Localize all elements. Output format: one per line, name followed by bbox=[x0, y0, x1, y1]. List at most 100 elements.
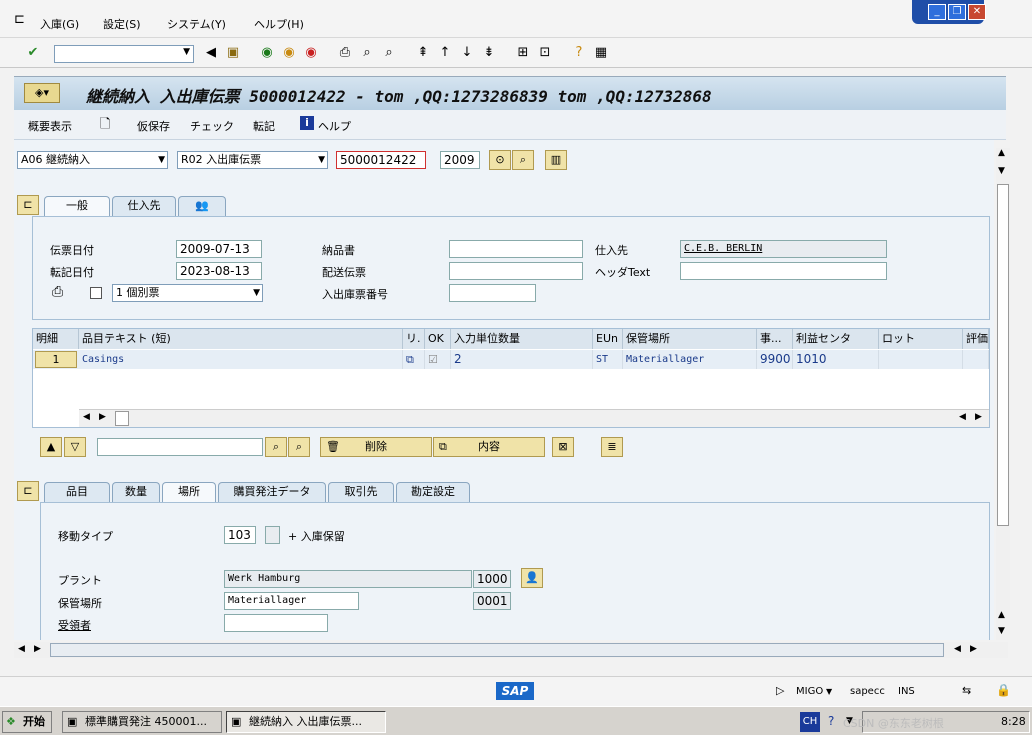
command-field[interactable]: ▼ bbox=[54, 45, 194, 63]
play-icon[interactable]: ▷ bbox=[776, 684, 784, 697]
close-icon[interactable]: ✕ bbox=[968, 4, 986, 20]
shortcut-icon[interactable]: ⊡ bbox=[536, 44, 554, 62]
tab-general[interactable]: 一般 bbox=[44, 196, 110, 216]
horizontal-scrollbar[interactable]: ◀ ▶ ◀ ▶ bbox=[14, 642, 1008, 658]
find-next-icon[interactable]: ⌕ bbox=[288, 437, 310, 457]
gr-slip-field[interactable] bbox=[449, 284, 536, 302]
taskbar-item-po[interactable]: ▣ 標準購買発注 450001... bbox=[62, 711, 222, 733]
scroll-right-icon[interactable]: ▶ bbox=[975, 412, 982, 422]
scroll-thumb[interactable] bbox=[50, 643, 944, 657]
scroll-right-icon[interactable]: ▶ bbox=[99, 412, 106, 422]
col-header-sloc[interactable]: 保管場所 bbox=[623, 329, 757, 349]
tab-where[interactable]: 場所 bbox=[162, 482, 216, 502]
cell-qty[interactable]: 2 bbox=[451, 350, 593, 369]
last-page-icon[interactable]: ⇟ bbox=[480, 44, 498, 62]
check-button[interactable]: チェック bbox=[190, 118, 234, 134]
help-button[interactable]: ヘルプ bbox=[318, 118, 351, 134]
collapse-detail-icon[interactable]: ⊏ bbox=[17, 481, 39, 501]
reference-select[interactable]: R02 入出庫伝票 ▼ bbox=[177, 151, 328, 169]
scroll-up-icon[interactable]: ▲ bbox=[998, 148, 1005, 158]
menu-item-help[interactable]: ヘルプ(H) bbox=[254, 16, 304, 32]
recipient-field[interactable] bbox=[224, 614, 328, 632]
address-icon[interactable]: 👤 bbox=[521, 568, 543, 588]
col-header-ok[interactable]: OK bbox=[425, 329, 451, 349]
menu-item-settings[interactable]: 設定(S) bbox=[103, 16, 141, 32]
filter-icon[interactable]: ▽ bbox=[64, 437, 86, 457]
help-icon[interactable]: ? bbox=[828, 714, 834, 728]
new-doc-icon[interactable]: 🗋 bbox=[100, 115, 110, 137]
menu-toggle-icon[interactable]: ◈▾ bbox=[24, 83, 60, 103]
action-select[interactable]: A06 継続納入 ▼ bbox=[17, 151, 168, 169]
delete-button[interactable]: 🗑 削除 bbox=[320, 437, 432, 457]
scroll-thumb[interactable] bbox=[997, 184, 1009, 526]
row-selector[interactable]: 1 bbox=[35, 351, 77, 368]
scroll-right-icon[interactable]: ▶ bbox=[970, 644, 977, 654]
cell-profit-center[interactable]: 1010 bbox=[793, 350, 879, 369]
taskbar-item-migo[interactable]: ▣ 継続納入 入出庫伝票... bbox=[226, 711, 386, 733]
contents-button[interactable]: ⧉ 内容 bbox=[433, 437, 545, 457]
doc-date-field[interactable]: 2009-07-13 bbox=[176, 240, 262, 258]
post-button[interactable]: 転記 bbox=[253, 118, 275, 134]
tab-partner[interactable]: 取引先 bbox=[328, 482, 394, 502]
cell-sloc[interactable]: Materiallager bbox=[623, 350, 757, 369]
col-header-unit[interactable]: EUn bbox=[593, 329, 623, 349]
sloc-name-field[interactable]: Materiallager bbox=[224, 592, 359, 610]
col-header-ref[interactable]: リ. bbox=[403, 329, 425, 349]
cell-batch[interactable] bbox=[879, 350, 963, 369]
bill-of-lading-field[interactable] bbox=[449, 262, 583, 280]
stack-icon[interactable]: ≣ bbox=[601, 437, 623, 457]
header-text-field[interactable] bbox=[680, 262, 887, 280]
new-session-icon[interactable]: ⊞ bbox=[514, 44, 532, 62]
table-hscroll[interactable]: ◀ ▶ ◀ ▶ bbox=[79, 409, 989, 427]
save-icon[interactable]: ▣ bbox=[224, 44, 242, 62]
print-version-select[interactable]: 1 個別票 ▼ bbox=[112, 284, 263, 302]
tab-po-data[interactable]: 購買発注データ bbox=[218, 482, 326, 502]
language-indicator[interactable]: CH bbox=[800, 712, 820, 732]
menu-item-system[interactable]: システム(Y) bbox=[167, 16, 226, 32]
year-field[interactable]: 2009 bbox=[440, 151, 480, 169]
cell-unit[interactable]: ST bbox=[593, 350, 623, 369]
tab-partners-icon[interactable]: 👥 bbox=[178, 196, 226, 216]
select-all-icon[interactable]: ▲ bbox=[40, 437, 62, 457]
scroll-thumb[interactable] bbox=[115, 411, 129, 426]
ok-checkbox[interactable]: ☑ bbox=[425, 350, 451, 369]
col-header-profit-center[interactable]: 利益センタ bbox=[793, 329, 879, 349]
collapse-icon[interactable]: ◀ bbox=[202, 44, 220, 62]
cell-valuation[interactable] bbox=[963, 350, 989, 369]
doc-number-field[interactable]: 5000012422 bbox=[336, 151, 426, 169]
cell-text[interactable]: Casings bbox=[79, 350, 403, 369]
chevron-down-icon[interactable]: ▼ bbox=[318, 152, 325, 168]
restore-icon[interactable]: ❐ bbox=[948, 4, 966, 20]
scroll-left-icon[interactable]: ◀ bbox=[959, 412, 966, 422]
layout-icon[interactable]: ▦ bbox=[592, 44, 610, 62]
exit-icon[interactable]: ◉ bbox=[280, 44, 298, 62]
minimize-icon[interactable]: _ bbox=[928, 4, 946, 20]
vertical-scrollbar[interactable]: ▲ ▼ ▲ ▼ bbox=[996, 148, 1010, 640]
col-header-line[interactable]: 明細 bbox=[33, 329, 79, 349]
tab-vendor[interactable]: 仕入先 bbox=[112, 196, 176, 216]
scroll-right-icon[interactable]: ▶ bbox=[34, 644, 41, 654]
delivery-note-field[interactable] bbox=[449, 240, 583, 258]
summary-button[interactable]: 概要表示 bbox=[28, 118, 72, 134]
chevron-down-icon[interactable]: ▼ bbox=[183, 47, 190, 57]
find-icon[interactable]: ⌕ bbox=[265, 437, 287, 457]
chevron-down-icon[interactable]: ▼ bbox=[158, 152, 165, 168]
scroll-left-icon[interactable]: ◀ bbox=[83, 412, 90, 422]
menu-icon[interactable]: ⊏ bbox=[14, 12, 25, 27]
col-header-batch[interactable]: ロット bbox=[879, 329, 963, 349]
copy-icon[interactable]: ⧉ bbox=[403, 350, 425, 369]
tab-account[interactable]: 勘定設定 bbox=[396, 482, 470, 502]
col-header-plant[interactable]: 事... bbox=[757, 329, 793, 349]
scroll-left-icon[interactable]: ◀ bbox=[18, 644, 25, 654]
gr-blocked-label[interactable]: + 入庫保留 bbox=[288, 528, 345, 544]
col-header-text[interactable]: 品目テキスト (短) bbox=[79, 329, 403, 349]
scroll-up-icon[interactable]: ▲ bbox=[998, 610, 1005, 620]
tab-quantity[interactable]: 数量 bbox=[112, 482, 160, 502]
execute-icon[interactable]: ⊙ bbox=[489, 150, 511, 170]
find-icon[interactable]: ⌕ bbox=[358, 44, 376, 62]
print-icon[interactable]: ⎙ bbox=[336, 44, 354, 62]
search-icon[interactable]: ⌕ bbox=[512, 150, 534, 170]
movement-type-field[interactable]: 103 bbox=[224, 526, 256, 544]
col-header-qty[interactable]: 入力単位数量 bbox=[451, 329, 593, 349]
scroll-down-icon[interactable]: ▼ bbox=[998, 626, 1005, 636]
